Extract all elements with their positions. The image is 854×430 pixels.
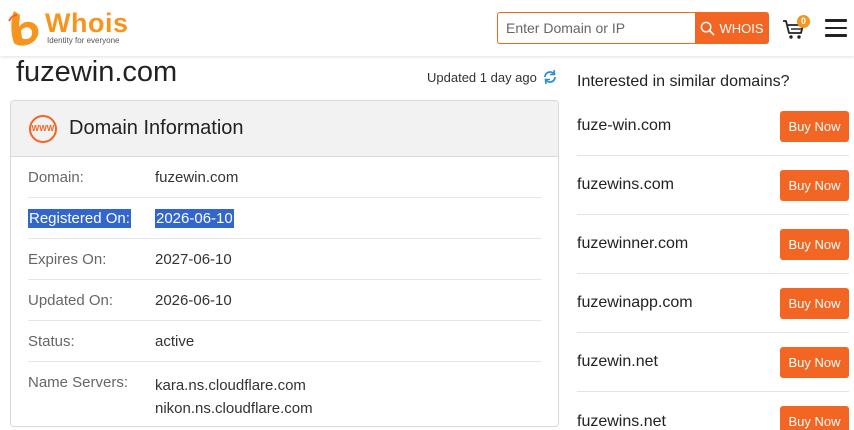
- panel-title: Domain Information: [69, 117, 244, 139]
- refresh-icon[interactable]: [542, 69, 558, 85]
- www-icon: WWW: [29, 114, 57, 143]
- menu-icon[interactable]: [825, 19, 847, 37]
- similar-domain-name[interactable]: fuzewins.net: [577, 413, 666, 430]
- name-server: kara.ns.cloudflare.com: [155, 377, 306, 394]
- whois-search-button[interactable]: WHOIS: [695, 12, 769, 44]
- updated-status: Updated 1 day ago: [427, 69, 558, 85]
- buy-now-button[interactable]: Buy Now: [780, 346, 849, 378]
- list-item: fuzewin.net Buy Now: [577, 333, 849, 392]
- similar-domain-name[interactable]: fuzewin.net: [577, 353, 658, 371]
- row-label: Name Servers:: [28, 374, 129, 391]
- row-label: Registered On:: [28, 208, 131, 228]
- similar-domain-name[interactable]: fuze-win.com: [577, 117, 671, 135]
- search-input[interactable]: [497, 12, 695, 44]
- name-server: nikon.ns.cloudflare.com: [155, 400, 313, 417]
- row-registered-on: Registered On: 2026-06-10: [28, 198, 541, 239]
- similar-domains-list: fuze-win.com Buy Now fuzewins.com Buy No…: [577, 97, 849, 430]
- row-value: active: [155, 332, 195, 350]
- buy-now-button[interactable]: Buy Now: [780, 287, 849, 319]
- cart-count-badge: 0: [797, 15, 810, 28]
- logo-icon: [8, 11, 39, 46]
- list-item: fuzewins.com Buy Now: [577, 156, 849, 215]
- similar-domain-name[interactable]: fuzewins.com: [577, 176, 674, 194]
- row-status: Status: active: [28, 321, 541, 362]
- buy-now-button[interactable]: Buy Now: [780, 110, 849, 142]
- row-label: Updated On:: [28, 291, 114, 309]
- row-label: Domain:: [28, 168, 84, 186]
- row-updated-on: Updated On: 2026-06-10: [28, 280, 541, 321]
- info-rows: Domain: fuzewin.com Registered On: 2026-…: [11, 157, 558, 420]
- row-expires-on: Expires On: 2027-06-10: [28, 239, 541, 280]
- list-item: fuze-win.com Buy Now: [577, 97, 849, 156]
- row-value: fuzewin.com: [155, 168, 239, 186]
- cart-button[interactable]: 0: [782, 14, 810, 42]
- row-name-servers: Name Servers: kara.ns.cloudflare.com nik…: [28, 362, 541, 420]
- row-label: Expires On:: [28, 250, 107, 268]
- logo-word: Whois: [45, 8, 129, 38]
- whois-search-label: WHOIS: [719, 20, 764, 36]
- search-icon: [701, 21, 716, 36]
- row-label: Status:: [28, 332, 75, 350]
- list-item: fuzewinner.com Buy Now: [577, 215, 849, 274]
- site-logo[interactable]: Whois Identity for everyone: [8, 8, 129, 48]
- similar-domain-name[interactable]: fuzewinner.com: [577, 235, 688, 253]
- similar-domain-name[interactable]: fuzewinapp.com: [577, 294, 693, 312]
- panel-header: WWW Domain Information: [11, 101, 558, 157]
- row-domain: Domain: fuzewin.com: [28, 157, 541, 198]
- row-value: 2026-06-10: [155, 208, 234, 228]
- buy-now-button[interactable]: Buy Now: [780, 228, 849, 260]
- list-item: fuzewinapp.com Buy Now: [577, 274, 849, 333]
- buy-now-button[interactable]: Buy Now: [780, 406, 849, 430]
- updated-text: Updated 1 day ago: [427, 69, 537, 85]
- row-value: 2026-06-10: [155, 291, 232, 309]
- list-item: fuzewins.net Buy Now: [577, 392, 849, 430]
- site-header: Whois Identity for everyone WHOIS 0: [0, 0, 854, 56]
- row-value: kara.ns.cloudflare.com nikon.ns.cloudfla…: [155, 374, 313, 420]
- similar-domains-title: Interested in similar domains?: [577, 73, 790, 90]
- search-form: WHOIS: [497, 12, 769, 44]
- logo-tagline: Identity for everyone: [47, 36, 120, 45]
- domain-information-panel: WWW Domain Information Domain: fuzewin.c…: [10, 100, 559, 427]
- buy-now-button[interactable]: Buy Now: [780, 169, 849, 201]
- row-value: 2027-06-10: [155, 250, 232, 268]
- page-title: fuzewin.com: [16, 56, 178, 88]
